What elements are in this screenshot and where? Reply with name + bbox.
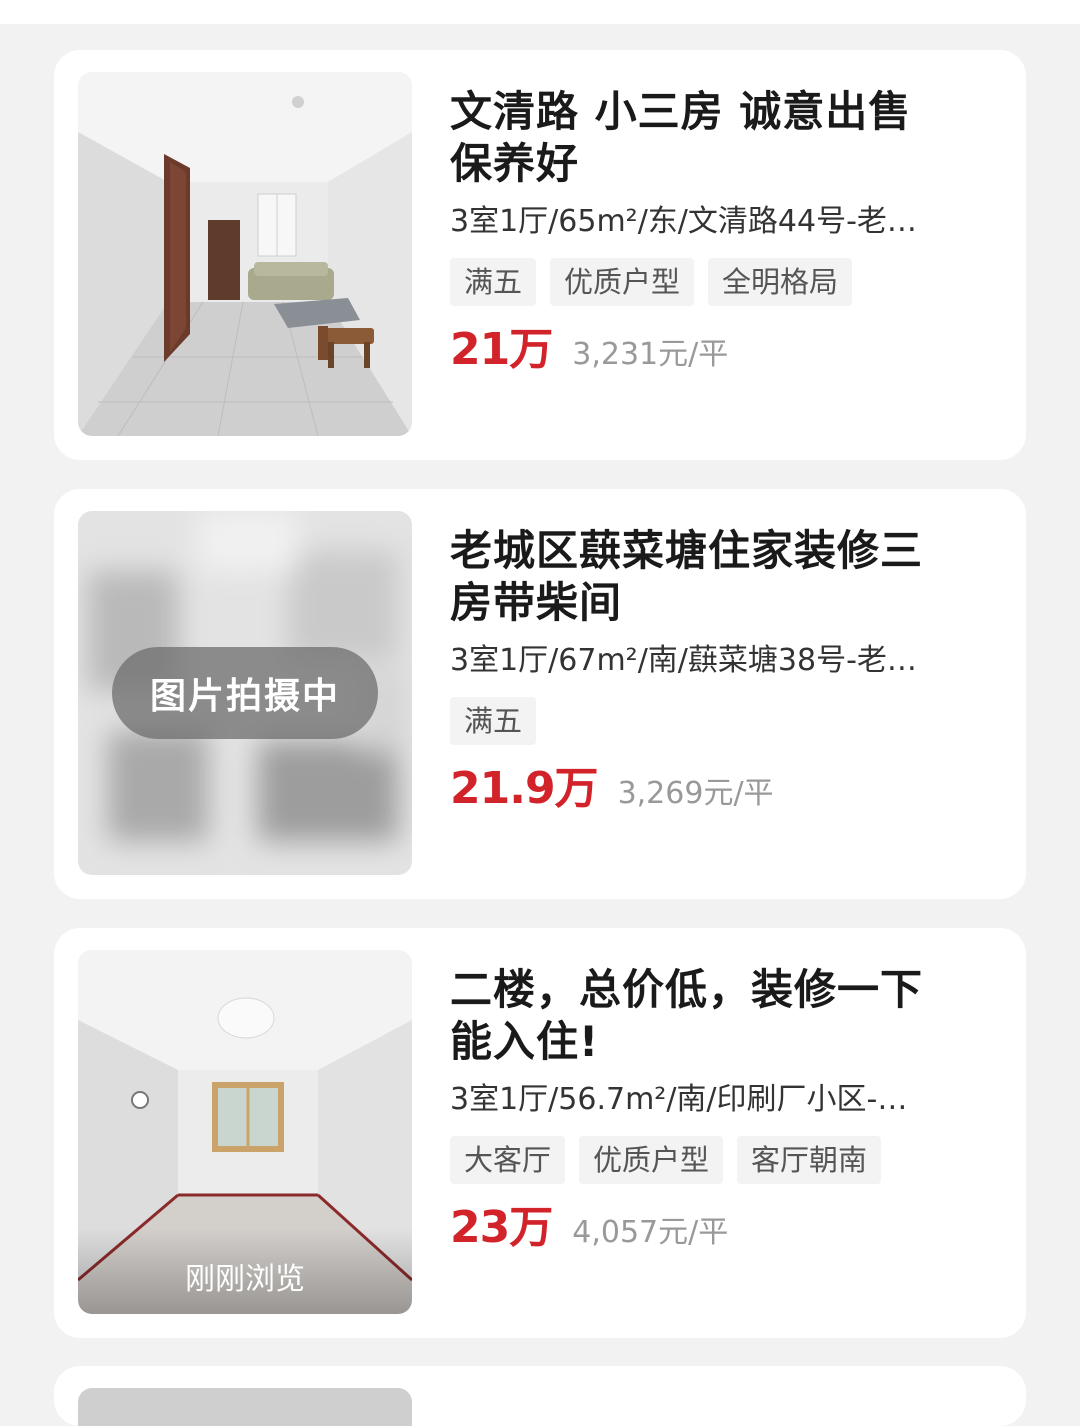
listing-title: 二楼，总价低，装修一下 能入住! [450,964,990,1068]
listing-photo[interactable] [78,72,412,436]
listing-title-line: 能入住! [450,1017,600,1066]
listing-card[interactable]: 刚刚浏览 二楼，总价低，装修一下 能入住! 3室1厅/56.7m²/南/印刷厂小… [54,928,1026,1338]
listing-info: 老城区蕻菜塘住家装修三 房带柴间 3室1厅/67m²/南/蕻菜塘38号-老… 满… [450,525,990,819]
unit-price: 3,231元/平 [572,337,729,372]
listing-title-line: 房带柴间 [450,578,623,627]
listing-meta: 3室1厅/65m²/东/文清路44号-老… [450,204,917,239]
total-price: 23万 [450,1202,553,1253]
listing-info: 文清路 小三房 诚意出售 保养好 3室1厅/65m²/东/文清路44号-老… 满… [450,86,990,380]
listing-tags: 大客厅 优质户型 客厅朝南 [450,1136,990,1184]
listing-meta: 3室1厅/56.7m²/南/印刷厂小区-… [450,1082,908,1117]
tag: 优质户型 [550,258,695,306]
listing-tags: 满五 [450,697,990,745]
listing-title-line: 二楼，总价低，装修一下 [450,965,924,1014]
tag: 客厅朝南 [737,1136,882,1184]
listing-title: 文清路 小三房 诚意出售 保养好 [450,86,990,190]
tag: 满五 [450,697,537,745]
room-photo-living-room [78,72,412,436]
listing-meta: 3室1厅/67m²/南/蕻菜塘38号-老… [450,643,917,678]
tag: 大客厅 [450,1136,566,1184]
unit-price: 4,057元/平 [572,1215,729,1250]
listing-card-partial[interactable] [54,1366,1026,1426]
listing-info: 二楼，总价低，装修一下 能入住! 3室1厅/56.7m²/南/印刷厂小区-… 大… [450,964,990,1258]
recently-viewed-label: 刚刚浏览 [78,1228,412,1314]
listing-title: 老城区蕻菜塘住家装修三 房带柴间 [450,525,990,629]
price-row: 23万 4,057元/平 [450,1202,990,1258]
total-price: 21.9万 [450,763,599,814]
listing-tags: 满五 优质户型 全明格局 [450,258,990,306]
listing-title-line: 老城区蕻菜塘住家装修三 [450,526,924,575]
listing-card[interactable]: 文清路 小三房 诚意出售 保养好 3室1厅/65m²/东/文清路44号-老… 满… [54,50,1026,460]
photo-in-progress-badge: 图片拍摄中 [112,647,378,739]
tag: 全明格局 [708,258,853,306]
price-row: 21.9万 3,269元/平 [450,763,990,819]
unit-price: 3,269元/平 [617,776,774,811]
total-price: 21万 [450,324,553,375]
listing-title-line: 保养好 [450,139,580,188]
tag: 满五 [450,258,537,306]
listing-photo[interactable] [78,1388,412,1426]
listing-card[interactable]: 图片拍摄中 老城区蕻菜塘住家装修三 房带柴间 3室1厅/67m²/南/蕻菜塘38… [54,489,1026,899]
listing-title-line: 文清路 小三房 诚意出售 [450,87,912,136]
top-strip [0,0,1080,24]
listing-photo[interactable]: 刚刚浏览 [78,950,412,1314]
tag: 优质户型 [579,1136,724,1184]
price-row: 21万 3,231元/平 [450,324,990,380]
listing-photo[interactable]: 图片拍摄中 [78,511,412,875]
